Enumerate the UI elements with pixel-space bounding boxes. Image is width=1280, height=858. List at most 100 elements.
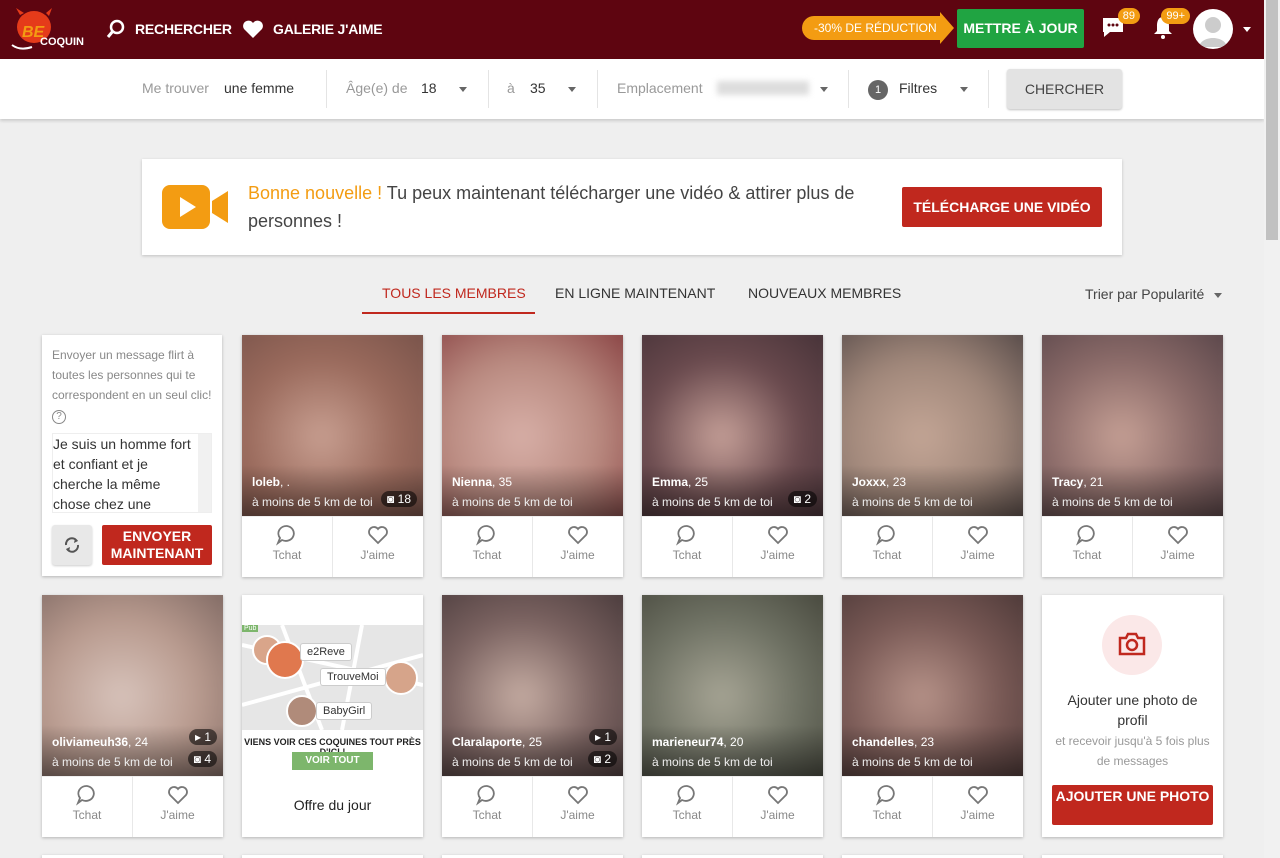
user-avatar[interactable] — [1193, 9, 1233, 49]
divider — [326, 70, 327, 108]
like-button[interactable]: J'aime — [1132, 516, 1222, 577]
textarea-scrollbar[interactable] — [198, 434, 211, 512]
heart-outline-icon — [767, 526, 788, 545]
chevron-down-icon[interactable] — [820, 87, 828, 92]
member-name[interactable]: Joxxx, 23 — [852, 475, 906, 489]
messages-button[interactable]: 89 — [1100, 8, 1140, 44]
tab-new-members[interactable]: NOUVEAUX MEMBRES — [748, 285, 901, 301]
chat-label: Tchat — [872, 808, 902, 822]
discount-promo-badge[interactable]: -30% DE RÉDUCTION — [802, 12, 954, 44]
flirt-message-text: Je suis un homme fort et confiant et je … — [53, 436, 191, 512]
member-photo[interactable]: Claralaporte, 25 à moins de 5 km de toi … — [442, 595, 623, 776]
help-icon[interactable]: ? — [52, 410, 66, 424]
member-distance: à moins de 5 km de toi — [452, 755, 573, 769]
member-name[interactable]: marieneur74, 20 — [652, 735, 743, 749]
video-count-badge: ▸ 1 — [588, 729, 617, 745]
ad-view-all-button[interactable]: VOIR TOUT — [292, 752, 373, 770]
notifications-button[interactable]: 99+ — [1150, 8, 1190, 44]
like-button[interactable]: J'aime — [532, 516, 622, 577]
chat-button[interactable]: Tchat — [1042, 516, 1132, 577]
ad-footer: Offre du jour — [293, 797, 372, 813]
member-photo[interactable]: Nienna, 35 à moins de 5 km de toi — [442, 335, 623, 516]
add-photo-subtitle: et recevoir jusqu'à 5 fois plus de messa… — [1055, 734, 1210, 768]
chat-button[interactable]: Tchat — [642, 516, 732, 577]
chat-button[interactable]: Tchat — [842, 776, 932, 837]
upload-video-button[interactable]: TÉLÉCHARGE UNE VIDÉO — [902, 187, 1102, 227]
member-photo[interactable]: chandelles, 23 à moins de 5 km de toi — [842, 595, 1023, 776]
member-photo[interactable]: Emma, 25 à moins de 5 km de toi ◙ 2 — [642, 335, 823, 516]
member-name[interactable]: oliviameuh36, 24 — [52, 735, 148, 749]
like-button[interactable]: J'aime — [332, 516, 422, 577]
find-select[interactable]: une femme — [224, 80, 294, 96]
member-card[interactable]: loleb, . à moins de 5 km de toi ◙ 18 Tch… — [242, 335, 423, 577]
member-name[interactable]: Claralaporte, 25 — [452, 735, 542, 749]
search-nav-link[interactable]: RECHERCHER — [106, 19, 232, 39]
age-from-select[interactable]: 18 — [421, 80, 437, 96]
ad-card[interactable]: Pub e2Reve TrouveMoi BabyGirl VIENS VOIR… — [242, 595, 423, 837]
like-button[interactable]: J'aime — [732, 776, 822, 837]
member-card[interactable]: Nienna, 35 à moins de 5 km de toi Tchat … — [442, 335, 623, 577]
like-button[interactable]: J'aime — [532, 776, 622, 837]
member-photo[interactable]: Joxxx, 23 à moins de 5 km de toi — [842, 335, 1023, 516]
chevron-down-icon[interactable] — [459, 87, 467, 92]
video-camera-icon — [162, 185, 228, 229]
member-name[interactable]: Emma, 25 — [652, 475, 708, 489]
sort-dropdown[interactable]: Trier par Popularité — [1085, 286, 1204, 302]
filters-dropdown[interactable]: Filtres — [899, 80, 937, 96]
age-to-label: à — [507, 80, 515, 96]
send-now-button[interactable]: ENVOYER MAINTENANT — [102, 525, 212, 565]
member-name[interactable]: Nienna, 35 — [452, 475, 512, 489]
like-button[interactable]: J'aime — [132, 776, 222, 837]
account-menu-caret[interactable] — [1243, 27, 1251, 32]
chat-label: Tchat — [872, 548, 902, 562]
page-scrollbar[interactable] — [1264, 0, 1280, 858]
member-card[interactable]: marieneur74, 20 à moins de 5 km de toi T… — [642, 595, 823, 837]
chat-button[interactable]: Tchat — [442, 776, 532, 837]
search-button[interactable]: CHERCHER — [1007, 69, 1122, 109]
member-photo[interactable]: marieneur74, 20 à moins de 5 km de toi — [642, 595, 823, 776]
chat-button[interactable]: Tchat — [642, 776, 732, 837]
member-name[interactable]: Tracy, 21 — [1052, 475, 1103, 489]
age-to-select[interactable]: 35 — [530, 80, 546, 96]
member-card[interactable]: chandelles, 23 à moins de 5 km de toi Tc… — [842, 595, 1023, 837]
refresh-message-button[interactable] — [52, 525, 92, 565]
chat-bubble-icon — [1076, 525, 1095, 546]
member-photo[interactable]: Tracy, 21 à moins de 5 km de toi — [1042, 335, 1223, 516]
gallery-nav-link[interactable]: GALERIE J'AIME — [242, 19, 383, 39]
chevron-down-icon[interactable] — [960, 87, 968, 92]
flirt-message-textarea[interactable]: Je suis un homme fort et confiant et je … — [52, 433, 212, 513]
member-distance: à moins de 5 km de toi — [652, 755, 773, 769]
member-card[interactable]: Tracy, 21 à moins de 5 km de toi Tchat J… — [1042, 335, 1223, 577]
member-card[interactable]: oliviameuh36, 24 à moins de 5 km de toi … — [42, 595, 223, 837]
member-card[interactable]: Claralaporte, 25 à moins de 5 km de toi … — [442, 595, 623, 837]
chat-bubble-icon — [876, 785, 895, 806]
scrollbar-thumb[interactable] — [1266, 0, 1278, 240]
upgrade-button[interactable]: METTRE À JOUR — [957, 9, 1084, 48]
chat-label: Tchat — [472, 808, 502, 822]
divider — [848, 70, 849, 108]
chat-bubble-icon — [876, 525, 895, 546]
chat-label: Tchat — [1072, 548, 1102, 562]
camera-icon: ◙ — [793, 492, 801, 506]
chevron-down-icon[interactable] — [568, 87, 576, 92]
member-name[interactable]: chandelles, 23 — [852, 735, 934, 749]
add-photo-button[interactable]: AJOUTER UNE PHOTO — [1052, 785, 1213, 825]
site-logo[interactable]: BE COQUIN — [8, 7, 88, 51]
like-button[interactable]: J'aime — [932, 516, 1022, 577]
member-name[interactable]: loleb, . — [252, 475, 290, 489]
like-button[interactable]: J'aime — [732, 516, 822, 577]
chat-button[interactable]: Tchat — [42, 776, 132, 837]
member-card[interactable]: Emma, 25 à moins de 5 km de toi ◙ 2 Tcha… — [642, 335, 823, 577]
member-photo[interactable]: oliviameuh36, 24 à moins de 5 km de toi … — [42, 595, 223, 776]
tab-online-now[interactable]: EN LIGNE MAINTENANT — [555, 285, 715, 301]
location-input-blurred[interactable] — [717, 81, 809, 95]
chevron-down-icon[interactable] — [1214, 293, 1222, 298]
chat-bubble-icon — [476, 785, 495, 806]
tab-all-members[interactable]: TOUS LES MEMBRES — [382, 285, 526, 301]
chat-button[interactable]: Tchat — [242, 516, 332, 577]
member-card[interactable]: Joxxx, 23 à moins de 5 km de toi Tchat J… — [842, 335, 1023, 577]
like-button[interactable]: J'aime — [932, 776, 1022, 837]
member-photo[interactable]: loleb, . à moins de 5 km de toi ◙ 18 — [242, 335, 423, 516]
chat-button[interactable]: Tchat — [442, 516, 532, 577]
chat-button[interactable]: Tchat — [842, 516, 932, 577]
